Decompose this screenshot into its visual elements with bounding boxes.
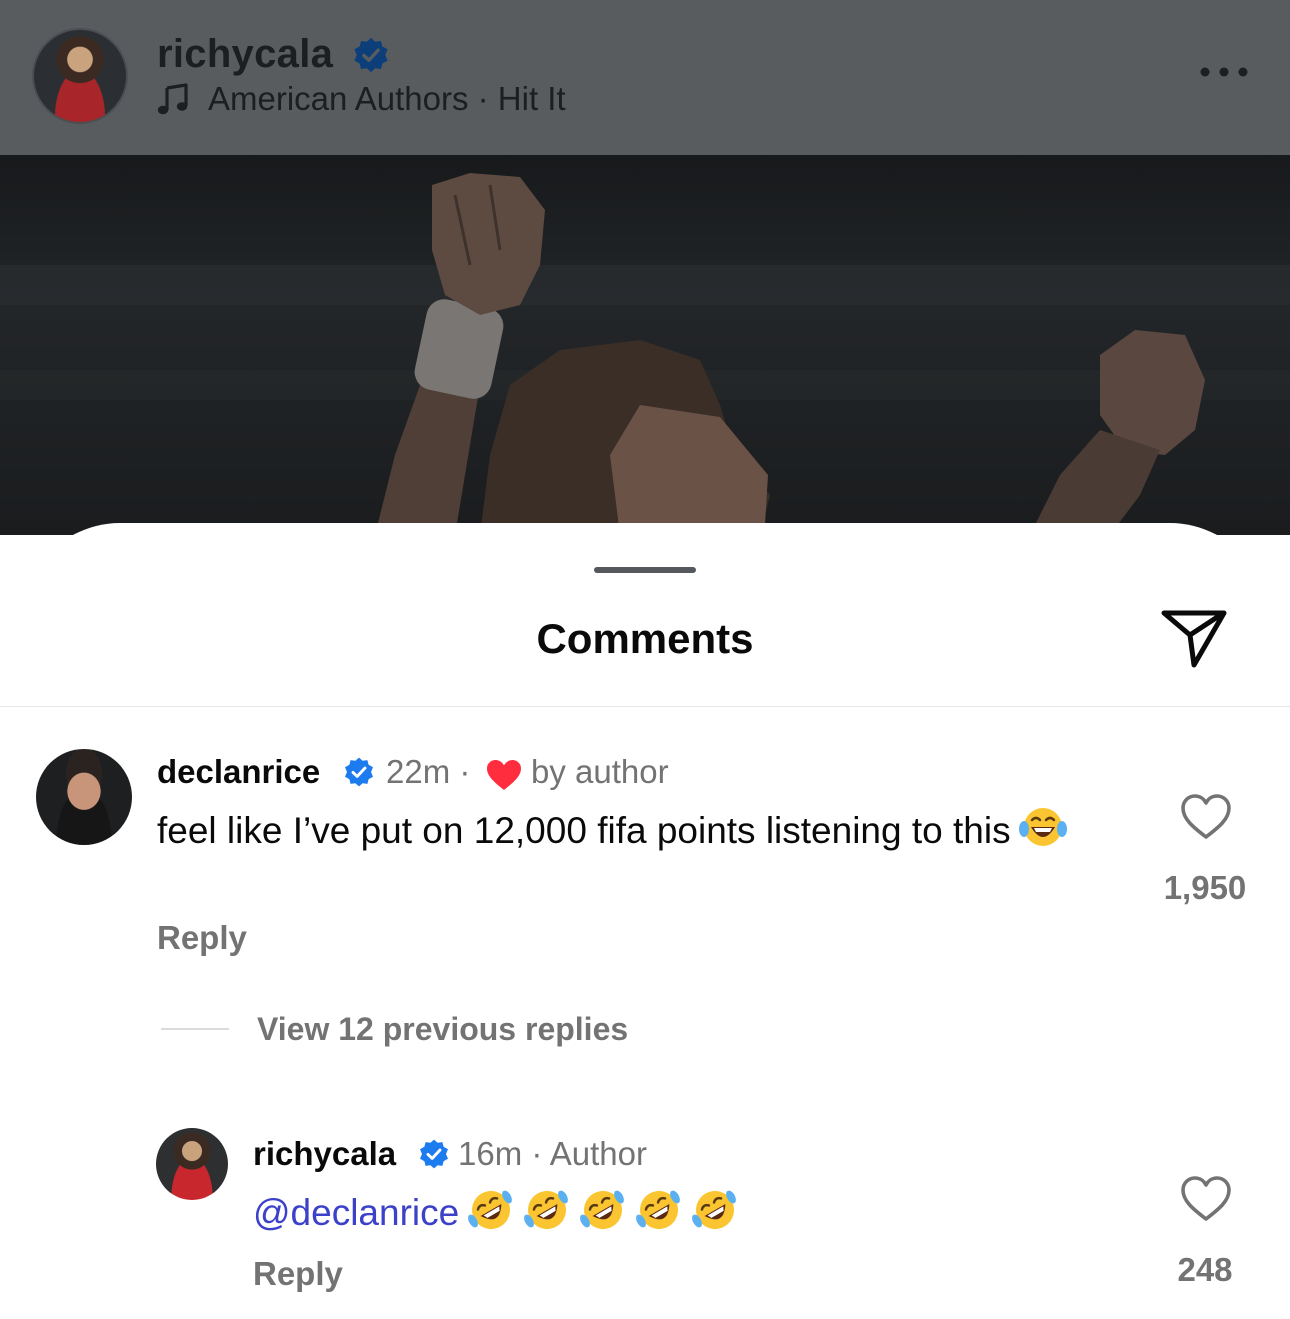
reply-timestamp: 16m · Author <box>458 1135 647 1172</box>
rofl-emoji-icon <box>580 1190 625 1229</box>
thread-line <box>161 1028 229 1030</box>
like-heart-icon[interactable] <box>1180 793 1232 841</box>
verified-badge-icon <box>420 1139 448 1169</box>
view-previous-replies-button[interactable]: View 12 previous replies <box>257 1011 628 1048</box>
comment-text-body: feel like I’ve put on 12,000 fifa points… <box>157 810 1011 851</box>
verified-badge-icon <box>354 37 388 73</box>
laughing-emoji-icon <box>1018 808 1067 846</box>
red-heart-icon <box>487 760 521 790</box>
comment-text: feel like I’ve put on 12,000 fifa points… <box>157 805 1117 854</box>
sheet-drag-handle[interactable] <box>594 567 696 573</box>
like-count: 248 <box>1177 1251 1233 1288</box>
liked-by-author-label: by author <box>531 753 669 790</box>
post-header: richycala American Authors · Hit It <box>0 0 1290 155</box>
comments-sheet: Comments declanrice 22m · by author feel… <box>0 523 1290 1319</box>
sheet-title: Comments <box>536 615 754 662</box>
post-author-avatar[interactable] <box>32 28 128 124</box>
rofl-emoji-icon <box>692 1190 737 1229</box>
comment-username[interactable]: declanrice <box>157 753 320 791</box>
mention-link[interactable]: @declanrice <box>253 1192 459 1233</box>
sheet-divider <box>0 706 1290 707</box>
comment-timestamp: 22m · <box>386 753 471 790</box>
rofl-emoji-icon <box>468 1190 513 1229</box>
commenter-avatar[interactable] <box>36 749 132 845</box>
verified-badge-icon <box>345 757 373 787</box>
reply-text: @declanrice <box>253 1187 739 1236</box>
reply-author-avatar[interactable] <box>156 1128 228 1200</box>
share-send-icon[interactable] <box>1160 607 1228 669</box>
post-photo <box>0 155 1290 535</box>
rofl-emoji-icon <box>524 1190 569 1229</box>
post-author-username[interactable]: richycala <box>157 32 333 77</box>
reply-button[interactable]: Reply <box>157 919 247 957</box>
like-count: 1,950 <box>1163 869 1247 906</box>
like-heart-icon[interactable] <box>1180 1175 1232 1223</box>
rofl-emoji-icon <box>636 1190 681 1229</box>
music-note-icon <box>157 83 188 115</box>
more-options-icon[interactable] <box>1198 58 1250 86</box>
reply-button[interactable]: Reply <box>253 1255 343 1293</box>
post-music-label[interactable]: American Authors · Hit It <box>208 80 566 118</box>
reply-username[interactable]: richycala <box>253 1135 396 1173</box>
